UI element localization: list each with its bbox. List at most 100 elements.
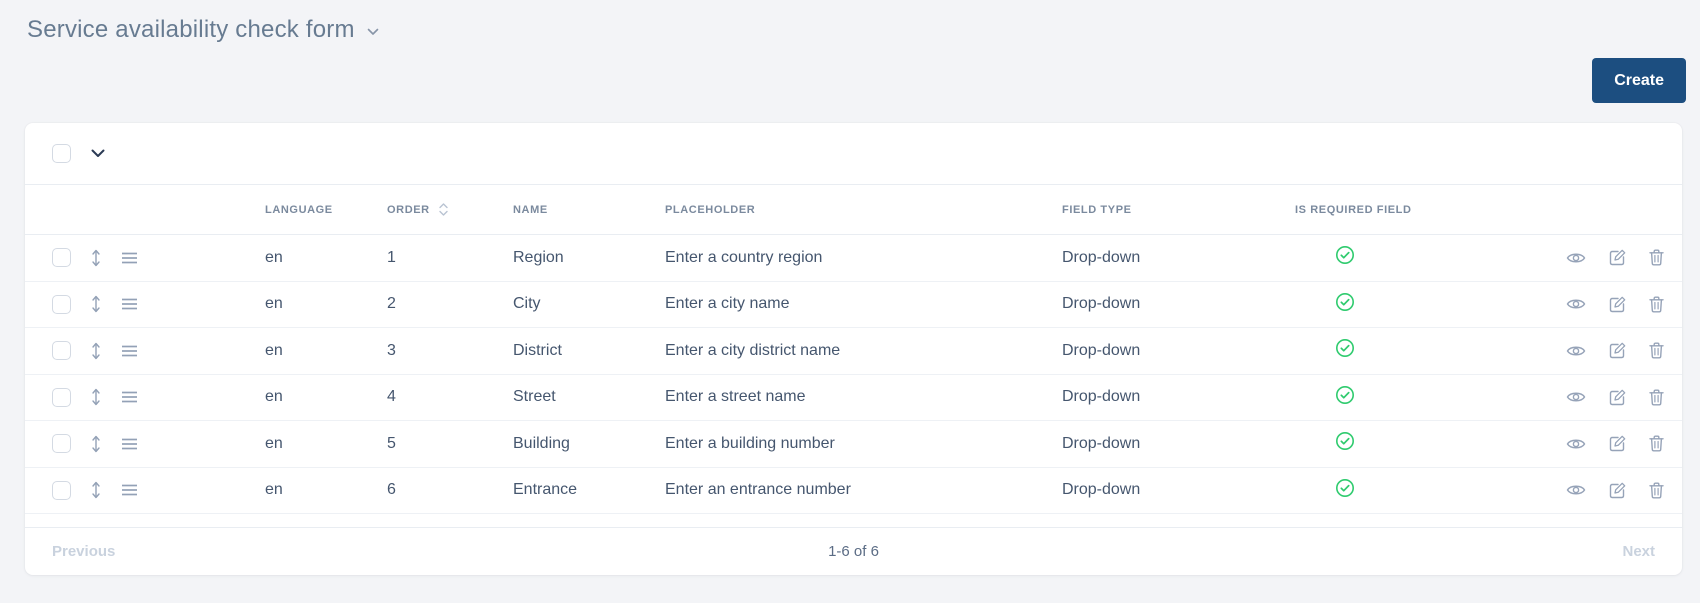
- next-button[interactable]: Next: [1622, 543, 1655, 560]
- delete-icon[interactable]: [1649, 296, 1664, 313]
- cell-order: 5: [387, 434, 396, 452]
- previous-button[interactable]: Previous: [52, 543, 115, 560]
- cell-placeholder: Enter a street name: [665, 388, 806, 406]
- delete-icon[interactable]: [1649, 389, 1664, 406]
- cell-field-type: Drop-down: [1062, 341, 1141, 359]
- cell-order: 6: [387, 481, 396, 499]
- delete-icon[interactable]: [1649, 342, 1664, 359]
- table-card: LANGUAGE ORDER NAME PLACEHOLDER FIELD TY…: [25, 123, 1682, 575]
- cell-field-type: Drop-down: [1062, 481, 1141, 499]
- row-menu-icon[interactable]: [121, 390, 138, 404]
- row-controls: [25, 294, 265, 314]
- cell-order: 4: [387, 388, 396, 406]
- cell-field-type: Drop-down: [1062, 388, 1141, 406]
- row-actions: [1545, 435, 1682, 452]
- cell-placeholder: Enter a city name: [665, 295, 790, 313]
- header-placeholder: PLACEHOLDER: [665, 203, 756, 216]
- cell-language: en: [265, 388, 283, 406]
- table-body: en 1 Region Enter a country region Drop-…: [25, 235, 1682, 527]
- select-all-checkbox[interactable]: [52, 144, 71, 163]
- edit-icon[interactable]: [1609, 342, 1626, 359]
- page-title-dropdown[interactable]: Service availability check form: [27, 16, 379, 44]
- view-icon[interactable]: [1566, 483, 1586, 497]
- cell-name: City: [513, 295, 541, 313]
- cell-language: en: [265, 481, 283, 499]
- row-menu-icon[interactable]: [121, 437, 138, 451]
- view-icon[interactable]: [1566, 437, 1586, 451]
- row-menu-icon[interactable]: [121, 483, 138, 497]
- create-button[interactable]: Create: [1592, 58, 1686, 103]
- header-order-label: ORDER: [387, 203, 430, 216]
- cell-name: Region: [513, 248, 564, 266]
- header-field-type: FIELD TYPE: [1062, 203, 1132, 216]
- bulk-actions-chevron-icon[interactable]: [87, 145, 109, 162]
- drag-vertical-icon[interactable]: [90, 294, 102, 314]
- table-header-row: LANGUAGE ORDER NAME PLACEHOLDER FIELD TY…: [25, 185, 1682, 235]
- edit-icon[interactable]: [1609, 249, 1626, 266]
- cell-field-type: Drop-down: [1062, 434, 1141, 452]
- drag-vertical-icon[interactable]: [90, 248, 102, 268]
- row-menu-icon[interactable]: [121, 344, 138, 358]
- cell-language: en: [265, 295, 283, 313]
- delete-icon[interactable]: [1649, 249, 1664, 266]
- drag-vertical-icon[interactable]: [90, 341, 102, 361]
- cell-placeholder: Enter an entrance number: [665, 481, 851, 499]
- page-header: Service availability check form: [0, 0, 1700, 48]
- header-language: LANGUAGE: [265, 203, 333, 216]
- table-row: en 1 Region Enter a country region Drop-…: [25, 235, 1682, 282]
- required-check-icon: [1335, 292, 1355, 317]
- edit-icon[interactable]: [1609, 435, 1626, 452]
- row-actions: [1545, 389, 1682, 406]
- cell-language: en: [265, 341, 283, 359]
- toolbar: Create: [0, 48, 1700, 110]
- required-check-icon: [1335, 385, 1355, 410]
- view-icon[interactable]: [1566, 390, 1586, 404]
- cell-language: en: [265, 248, 283, 266]
- cell-is-required: [1295, 338, 1545, 363]
- page: Service availability check form Create L…: [0, 0, 1700, 603]
- bulk-select-bar: [25, 123, 1682, 185]
- cell-field-type: Drop-down: [1062, 295, 1141, 313]
- edit-icon[interactable]: [1609, 389, 1626, 406]
- required-check-icon: [1335, 338, 1355, 363]
- delete-icon[interactable]: [1649, 482, 1664, 499]
- drag-vertical-icon[interactable]: [90, 480, 102, 500]
- row-checkbox[interactable]: [52, 434, 71, 454]
- table-row: en 5 Building Enter a building number Dr…: [25, 421, 1682, 468]
- header-order: ORDER: [387, 201, 513, 218]
- edit-icon[interactable]: [1609, 296, 1626, 313]
- required-check-icon: [1335, 245, 1355, 270]
- row-actions: [1545, 296, 1682, 313]
- header-is-required: IS REQUIRED FIELD: [1295, 203, 1412, 216]
- row-checkbox[interactable]: [52, 341, 71, 361]
- row-controls: [25, 341, 265, 361]
- required-check-icon: [1335, 431, 1355, 456]
- row-menu-icon[interactable]: [121, 251, 138, 265]
- row-checkbox[interactable]: [52, 248, 71, 268]
- row-controls: [25, 480, 265, 500]
- cell-placeholder: Enter a city district name: [665, 341, 841, 359]
- cell-name: Street: [513, 388, 556, 406]
- drag-vertical-icon[interactable]: [90, 387, 102, 407]
- row-checkbox[interactable]: [52, 480, 71, 500]
- row-actions: [1545, 482, 1682, 499]
- row-checkbox[interactable]: [52, 387, 71, 407]
- row-menu-icon[interactable]: [121, 297, 138, 311]
- edit-icon[interactable]: [1609, 482, 1626, 499]
- cell-order: 3: [387, 341, 396, 359]
- view-icon[interactable]: [1566, 297, 1586, 311]
- row-checkbox[interactable]: [52, 294, 71, 314]
- cell-order: 1: [387, 248, 396, 266]
- view-icon[interactable]: [1566, 344, 1586, 358]
- pagination-range: 1-6 of 6: [828, 543, 879, 560]
- delete-icon[interactable]: [1649, 435, 1664, 452]
- cell-name: Building: [513, 434, 570, 452]
- row-controls: [25, 387, 265, 407]
- page-title: Service availability check form: [27, 16, 355, 43]
- cell-field-type: Drop-down: [1062, 248, 1141, 266]
- sort-icon[interactable]: [437, 201, 450, 218]
- drag-vertical-icon[interactable]: [90, 434, 102, 454]
- cell-is-required: [1295, 431, 1545, 456]
- cell-placeholder: Enter a country region: [665, 248, 823, 266]
- view-icon[interactable]: [1566, 251, 1586, 265]
